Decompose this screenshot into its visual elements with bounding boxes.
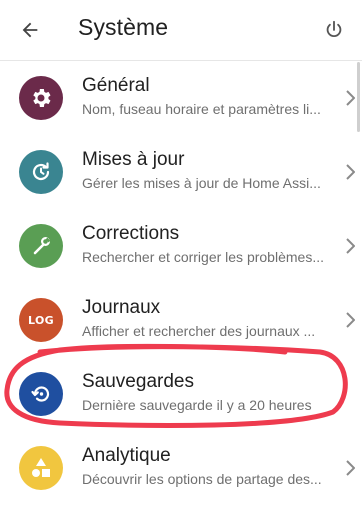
updates-icon-circle (19, 150, 63, 194)
list-item-label: Journaux (82, 297, 161, 318)
shapes-icon (32, 458, 50, 477)
list-item-description: Rechercher et corriger les problèmes... (82, 249, 324, 265)
power-icon (326, 20, 342, 37)
chevron-right-icon (340, 455, 360, 481)
logs-icon-circle: LOG (19, 298, 63, 342)
chevron-right-icon (340, 307, 360, 333)
log-icon: LOG (28, 313, 54, 327)
repairs-icon-circle (19, 224, 63, 268)
list-item-description: Gérer les mises à jour de Home Assi... (82, 175, 321, 191)
list-item-general[interactable]: Général Nom, fuseau horaire et paramètre… (0, 63, 362, 137)
list-item-description: Afficher et rechercher des journaux ... (82, 323, 316, 339)
page-title: Système (78, 14, 169, 40)
list-item-label: Mises à jour (82, 149, 185, 170)
list-item-label: Analytique (82, 445, 171, 466)
update-icon (32, 162, 50, 181)
chevron-right-icon (340, 233, 360, 259)
list-item-description: Nom, fuseau horaire et paramètres li... (82, 101, 321, 117)
backup-icon (31, 386, 50, 402)
chevron-right-icon (340, 159, 360, 185)
backups-icon-circle (19, 372, 63, 416)
general-icon-circle (19, 76, 63, 120)
chevron-right-icon (340, 85, 360, 111)
top-app-bar: Système (0, 0, 362, 61)
list-item-label: Sauvegardes (82, 371, 194, 392)
list-item-description: Découvrir les options de partage des... (82, 471, 322, 487)
list-item-description: Dernière sauvegarde il y a 20 heures (82, 397, 312, 413)
wrench-icon (33, 236, 51, 255)
power-button[interactable] (316, 12, 352, 48)
gear-icon (33, 89, 51, 107)
arrow-back-icon (22, 22, 38, 38)
list-item-label: Corrections (82, 223, 180, 244)
list-item-logs[interactable]: LOG Journaux Afficher et rechercher des … (0, 285, 362, 359)
list-item-label: Général (82, 75, 150, 96)
list-item-updates[interactable]: Mises à jour Gérer les mises à jour de H… (0, 137, 362, 211)
analytics-icon-circle (19, 446, 63, 490)
list-item-backups[interactable]: Sauvegardes Dernière sauvegarde il y a 2… (0, 359, 362, 433)
list-item-repairs[interactable]: Corrections Rechercher et corriger les p… (0, 211, 362, 285)
back-button[interactable] (12, 12, 48, 48)
list-item-analytics[interactable]: Analytique Découvrir les options de part… (0, 433, 362, 507)
